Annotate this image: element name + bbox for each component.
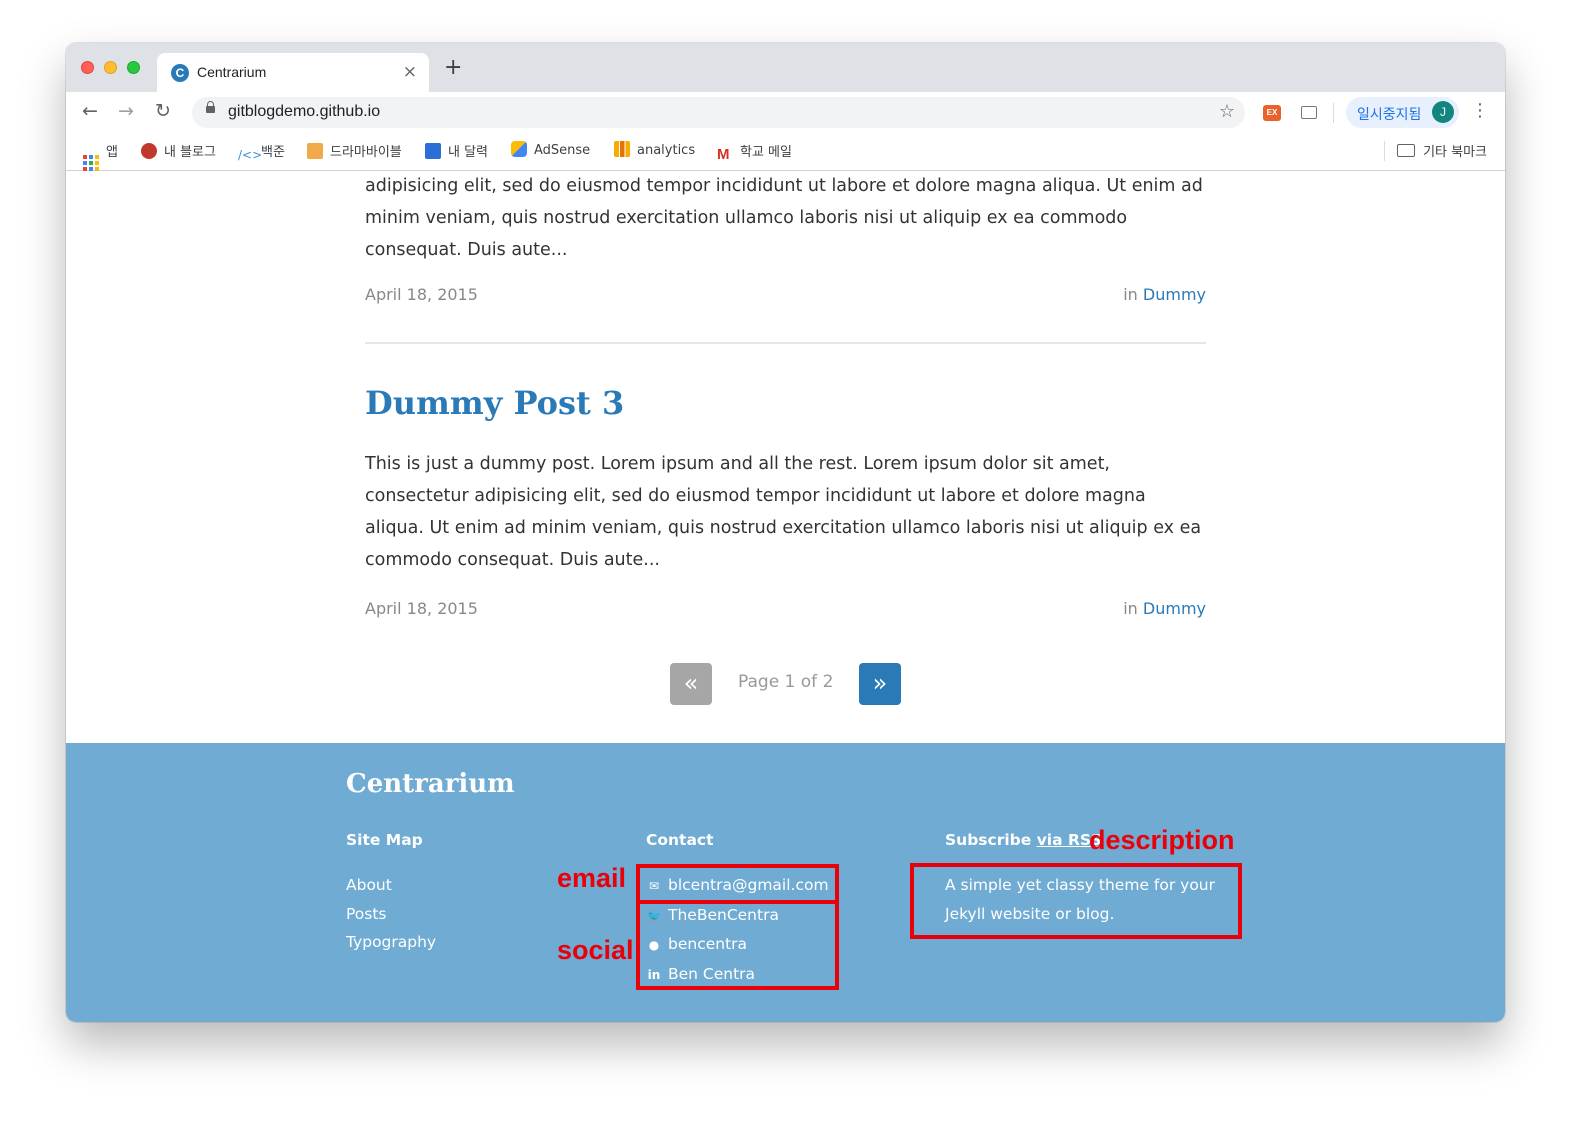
browser-toolbar: ← → ↻ gitblogdemo.github.io ☆ EX 일시중지됨 J…: [66, 92, 1505, 132]
page-indicator: Page 1 of 2: [738, 672, 834, 692]
bookmark-label: 내 블로그: [164, 145, 216, 160]
post-divider: [365, 342, 1206, 344]
bookmark-label: 내 달력: [448, 145, 489, 160]
bookmark-label: 앱: [106, 145, 118, 160]
bookmark-label: 백준: [261, 145, 285, 160]
forward-button[interactable]: →: [114, 100, 138, 124]
folder-icon: [1397, 144, 1416, 157]
adsense-icon: [511, 141, 527, 157]
social-annotation-box: [636, 900, 839, 990]
category-link-dummy[interactable]: Dummy: [1143, 285, 1206, 304]
description-annotation-box: [910, 863, 1242, 939]
description-annotation-label: description: [1089, 825, 1235, 855]
bookmark-apps[interactable]: 앱: [83, 141, 118, 171]
post-3-excerpt-block: This is just a dummy post. Lorem ipsum a…: [365, 448, 1206, 576]
maximize-window-button[interactable]: [127, 61, 140, 74]
tab-centrarium[interactable]: C Centrarium ×: [157, 53, 429, 92]
bookmark-analytics[interactable]: analytics: [614, 141, 695, 161]
footer-site-title: Centrarium: [346, 769, 515, 799]
post-excerpt: adipisicing elit, sed do eiusmod tempor …: [365, 176, 1203, 260]
avatar: J: [1432, 101, 1454, 123]
category-prefix: in: [1123, 599, 1138, 618]
sitemap-link-about[interactable]: About: [346, 871, 436, 900]
site-favicon-icon: C: [171, 64, 189, 82]
bookmark-drama-bible[interactable]: 드라마바이블: [307, 141, 402, 161]
close-window-button[interactable]: [81, 61, 94, 74]
tab-title: Centrarium: [197, 64, 267, 80]
bookmark-calendar[interactable]: 내 달력: [425, 141, 488, 161]
bookmarks-divider: [1384, 141, 1385, 161]
calendar-icon: [425, 143, 441, 159]
email-annotation-box: [636, 864, 839, 904]
post-date: April 18, 2015: [365, 285, 478, 304]
sitemap-heading: Site Map: [346, 831, 423, 849]
profile-button[interactable]: 일시중지됨 J: [1346, 97, 1459, 128]
social-annotation-label: social: [557, 935, 634, 965]
url-text[interactable]: gitblogdemo.github.io: [228, 103, 380, 121]
apps-grid-icon: [83, 155, 99, 171]
new-tab-button[interactable]: +: [444, 57, 462, 79]
bookmark-label: 드라마바이블: [330, 145, 402, 160]
bookmark-icon: [307, 143, 323, 159]
post-3-meta: April 18, 2015 in Dummy: [365, 599, 1206, 621]
bookmarks-bar: 앱 내 블로그 /<>백준 드라마바이블 내 달력 AdSense analyt…: [66, 132, 1505, 171]
prev-post-excerpt-block: adipisicing elit, sed do eiusmod tempor …: [365, 171, 1206, 266]
pagination: « Page 1 of 2 »: [670, 663, 902, 705]
browser-menu-icon[interactable]: ⋮: [1471, 100, 1489, 121]
bookmark-my-blog[interactable]: 내 블로그: [141, 141, 216, 161]
analytics-icon: [614, 141, 630, 157]
reload-button[interactable]: ↻: [151, 100, 175, 124]
bookmark-star-icon[interactable]: ☆: [1219, 101, 1235, 122]
sitemap-link-posts[interactable]: Posts: [346, 900, 436, 929]
post-category: in Dummy: [1123, 285, 1206, 304]
extension-icon[interactable]: EX: [1263, 105, 1281, 121]
prev-post-meta: April 18, 2015 in Dummy: [365, 285, 1206, 307]
address-bar[interactable]: gitblogdemo.github.io ☆: [192, 97, 1245, 128]
tab-close-icon[interactable]: ×: [403, 62, 417, 82]
sitemap-column: Site Map About Posts Typography: [346, 831, 436, 957]
post-category: in Dummy: [1123, 599, 1206, 618]
profile-status-label: 일시중지됨: [1357, 107, 1422, 123]
contact-heading: Contact: [646, 831, 714, 849]
bookmark-label: AdSense: [534, 143, 591, 158]
toolbar-divider: [1333, 103, 1334, 123]
email-annotation-label: email: [557, 863, 627, 893]
other-bookmarks-label: 기타 북마크: [1423, 145, 1487, 160]
post-excerpt: This is just a dummy post. Lorem ipsum a…: [365, 454, 1202, 570]
cast-icon[interactable]: [1301, 106, 1317, 119]
category-prefix: in: [1123, 285, 1138, 304]
post-title-dummy-post-3[interactable]: Dummy Post 3: [365, 384, 624, 422]
bookmark-label: analytics: [637, 143, 696, 158]
subscribe-label: Subscribe: [945, 831, 1032, 849]
blog-icon: [141, 143, 157, 159]
minimize-window-button[interactable]: [104, 61, 117, 74]
bookmark-label: 학교 메일: [740, 145, 792, 160]
sitemap-link-typography[interactable]: Typography: [346, 928, 436, 957]
bookmark-school-mail[interactable]: M 학교 메일: [717, 141, 792, 163]
bookmark-baekjoon[interactable]: /<>백준: [238, 141, 285, 162]
back-button[interactable]: ←: [78, 100, 102, 124]
code-icon: /<>: [238, 148, 263, 162]
other-bookmarks-folder[interactable]: 기타 북마크: [1397, 141, 1487, 160]
category-link-dummy[interactable]: Dummy: [1143, 599, 1206, 618]
previous-page-button[interactable]: «: [670, 663, 712, 705]
tab-strip: C Centrarium × +: [66, 43, 1505, 92]
next-page-button[interactable]: »: [859, 663, 901, 705]
bookmark-adsense[interactable]: AdSense: [511, 141, 590, 161]
lock-icon: [206, 101, 215, 113]
sitemap-list: About Posts Typography: [346, 871, 436, 957]
post-date: April 18, 2015: [365, 599, 478, 618]
gmail-icon: M: [717, 146, 730, 163]
